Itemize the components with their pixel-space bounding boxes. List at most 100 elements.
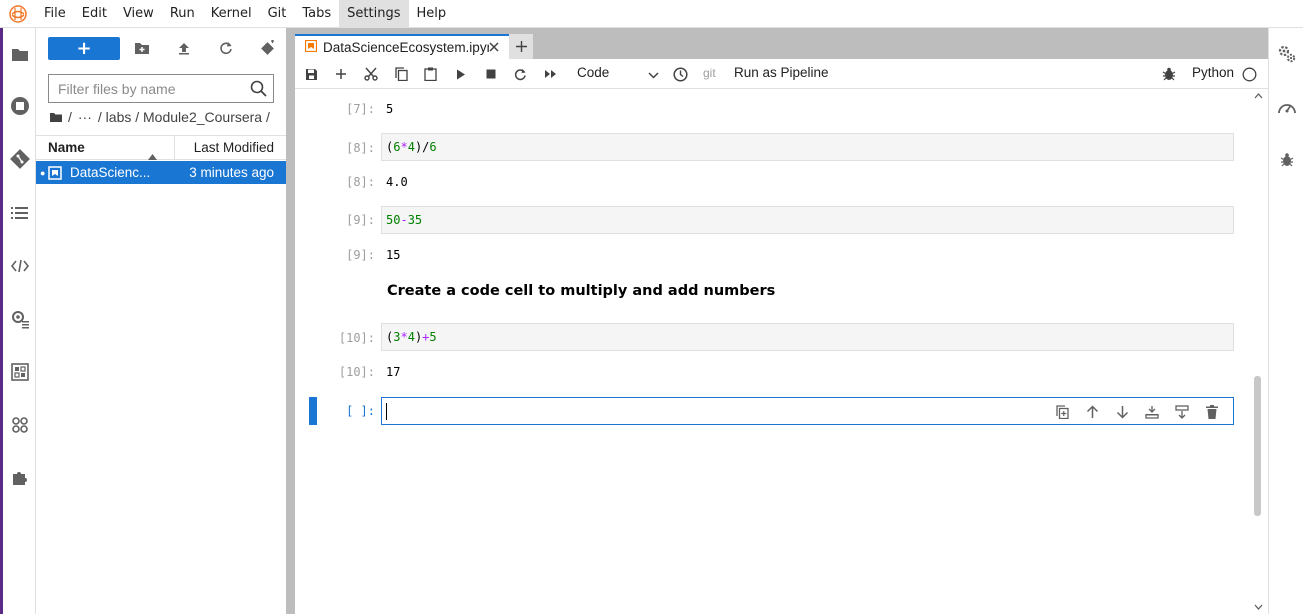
breadcrumb-ellipsis[interactable]: ··· bbox=[78, 109, 92, 125]
code-cell-input[interactable]: 50-35 bbox=[381, 206, 1234, 234]
extension-panel-icon[interactable] bbox=[3, 357, 36, 387]
chevron-down-icon bbox=[648, 67, 659, 82]
filter-files-box bbox=[48, 74, 274, 103]
menu-tabs[interactable]: Tabs bbox=[294, 0, 339, 28]
menu-kernel[interactable]: Kernel bbox=[203, 0, 260, 28]
property-inspector-icon[interactable] bbox=[3, 304, 36, 334]
code-token: 4 bbox=[407, 140, 415, 154]
menu-edit[interactable]: Edit bbox=[74, 0, 115, 28]
text-caret bbox=[386, 403, 387, 420]
components-icon[interactable] bbox=[3, 410, 36, 440]
column-name-label: Name bbox=[48, 140, 85, 155]
menu-file[interactable]: File bbox=[36, 0, 74, 28]
debugger-bug-icon[interactable] bbox=[1158, 64, 1180, 84]
file-browser-toolbar: + bbox=[36, 28, 286, 68]
right-sidebar bbox=[1268, 28, 1303, 614]
notebook-toolbar: Code git Run as Pipeline Python bbox=[295, 59, 1268, 89]
document-tab-bar: DataScienceEcosystem.ipyn bbox=[295, 28, 1268, 59]
code-token: )/ bbox=[414, 140, 430, 154]
cell-output: 15 bbox=[386, 248, 401, 262]
input-prompt: [9]: bbox=[346, 213, 375, 227]
file-list-item[interactable]: ● DataScienc... 3 minutes ago bbox=[36, 161, 286, 184]
resource-usage-gauge-icon[interactable] bbox=[1269, 93, 1303, 123]
cell-output: 17 bbox=[386, 365, 401, 379]
notebook-icon bbox=[48, 165, 62, 180]
run-all-icon[interactable] bbox=[540, 64, 562, 84]
git-clone-icon[interactable] bbox=[256, 38, 278, 58]
cell-toolbar bbox=[1047, 402, 1227, 422]
panel-splitter[interactable] bbox=[286, 28, 295, 614]
clock-icon[interactable] bbox=[669, 64, 691, 84]
jupyter-logo-icon bbox=[0, 0, 36, 28]
menu-git[interactable]: Git bbox=[260, 0, 295, 28]
scroll-up-icon[interactable] bbox=[1253, 91, 1263, 101]
scrollbar-thumb[interactable] bbox=[1254, 376, 1261, 516]
menu-run[interactable]: Run bbox=[162, 0, 203, 28]
new-tab-button[interactable] bbox=[509, 34, 533, 59]
column-name-header[interactable]: Name bbox=[36, 136, 175, 160]
run-as-pipeline-button[interactable]: Run as Pipeline bbox=[734, 65, 829, 80]
code-token: * bbox=[400, 330, 408, 344]
markdown-heading[interactable]: Create a code cell to multiply and add n… bbox=[387, 283, 775, 299]
duplicate-cell-icon[interactable] bbox=[1047, 402, 1077, 422]
menu-view[interactable]: View bbox=[115, 0, 162, 28]
notebook-panel: [7]: 5 [8]: (6*4)/6 [8]: 4.0 [9]: 50-35 … bbox=[295, 89, 1268, 614]
code-cell-input[interactable]: (6*4)/6 bbox=[381, 133, 1234, 161]
folder-icon[interactable] bbox=[3, 39, 36, 69]
breadcrumb-root-folder-icon[interactable] bbox=[50, 109, 62, 125]
output-prompt: [8]: bbox=[346, 175, 375, 189]
tab-notebook[interactable]: DataScienceEcosystem.ipyn bbox=[295, 34, 509, 59]
breadcrumb-path[interactable]: / labs / Module2_Coursera / bbox=[98, 109, 270, 125]
run-cell-icon[interactable] bbox=[450, 64, 472, 84]
debugger-bug-icon[interactable] bbox=[1269, 144, 1303, 174]
new-folder-icon[interactable] bbox=[131, 38, 153, 58]
running-sessions-icon[interactable] bbox=[3, 91, 36, 121]
menu-help[interactable]: Help bbox=[409, 0, 455, 28]
insert-below-icon[interactable] bbox=[1167, 402, 1197, 422]
code-token: * bbox=[400, 140, 408, 154]
move-down-icon[interactable] bbox=[1107, 402, 1137, 422]
puzzle-extension-icon[interactable] bbox=[3, 463, 36, 493]
move-up-icon[interactable] bbox=[1077, 402, 1107, 422]
insert-above-icon[interactable] bbox=[1137, 402, 1167, 422]
refresh-icon[interactable] bbox=[215, 38, 237, 58]
property-settings-icon[interactable] bbox=[1269, 39, 1303, 69]
code-icon[interactable] bbox=[3, 251, 36, 281]
active-code-cell-input[interactable] bbox=[381, 397, 1234, 425]
interrupt-kernel-icon[interactable] bbox=[480, 64, 502, 84]
code-token: 35 bbox=[407, 213, 423, 227]
running-dot-icon: ● bbox=[40, 167, 46, 178]
close-tab-icon[interactable] bbox=[489, 40, 499, 55]
filter-files-input[interactable] bbox=[49, 75, 239, 102]
cell-type-select[interactable]: Code bbox=[577, 65, 659, 83]
file-list-header: Name Last Modified bbox=[36, 135, 286, 160]
restart-kernel-icon[interactable] bbox=[509, 64, 531, 84]
git-diff-button[interactable]: git bbox=[703, 66, 716, 80]
kernel-name[interactable]: Python bbox=[1192, 65, 1234, 80]
plus-icon: + bbox=[76, 37, 92, 59]
code-token: 4 bbox=[407, 330, 415, 344]
paste-icon[interactable] bbox=[419, 64, 441, 84]
left-activity-bar bbox=[3, 28, 36, 614]
code-cell-input[interactable]: (3*4)+5 bbox=[381, 323, 1234, 351]
table-of-contents-icon[interactable] bbox=[3, 198, 36, 228]
save-icon[interactable] bbox=[300, 64, 322, 84]
breadcrumb-root[interactable]: / bbox=[68, 109, 72, 125]
insert-cell-icon[interactable] bbox=[330, 64, 352, 84]
menu-settings[interactable]: Settings bbox=[339, 0, 409, 28]
upload-icon[interactable] bbox=[173, 38, 195, 58]
cut-icon[interactable] bbox=[360, 64, 382, 84]
git-icon[interactable] bbox=[3, 144, 36, 174]
search-icon bbox=[250, 80, 267, 101]
copy-icon[interactable] bbox=[390, 64, 412, 84]
code-token: - bbox=[400, 213, 408, 227]
new-launcher-button[interactable]: + bbox=[48, 37, 120, 60]
notebook-scrollbar[interactable] bbox=[1250, 89, 1268, 614]
column-modified-header[interactable]: Last Modified bbox=[175, 136, 286, 159]
scroll-down-icon[interactable] bbox=[1253, 602, 1263, 612]
breadcrumb: / ··· / labs / Module2_Coursera / bbox=[50, 108, 276, 126]
code-token: 50 bbox=[386, 213, 401, 227]
kernel-status-icon bbox=[1238, 64, 1260, 84]
cell-output: 4.0 bbox=[386, 175, 408, 189]
delete-cell-icon[interactable] bbox=[1197, 402, 1227, 422]
